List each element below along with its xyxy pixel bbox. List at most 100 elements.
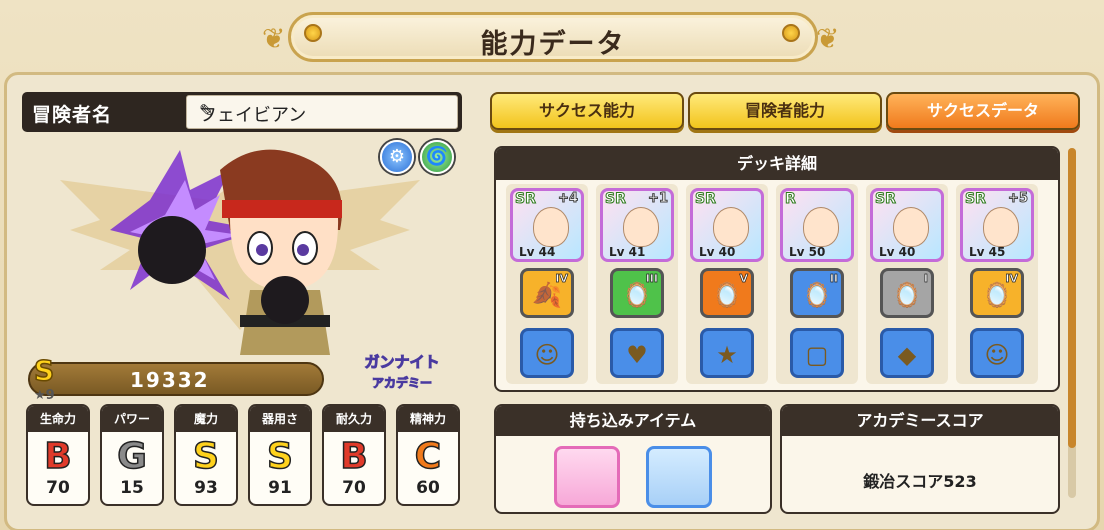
academy-score-header: アカデミースコア [782,406,1058,436]
gem-glyph: ♥ [626,341,648,369]
stat-card: 器用さ S 91 [248,404,312,506]
stat-card: 耐久力 B 70 [322,404,386,506]
star-level-value: 9 [45,388,55,403]
carry-item-slot[interactable] [646,446,712,508]
stat-value: 70 [46,478,70,498]
card-rarity: R [785,191,797,208]
equipment-icon[interactable]: II 🪞 [790,268,844,318]
support-card[interactable]: SR Lv 40 [870,188,944,262]
gem-icon[interactable]: ★ [700,328,754,378]
overall-rank: S [33,353,55,388]
left-gem-icon [304,24,322,42]
stat-value: 15 [120,478,144,498]
deck-column: R Lv 50 II 🪞 ▢ [776,184,858,384]
card-rarity: SR [695,191,717,208]
card-plus: +5 [1008,191,1029,207]
character-portrait [110,149,342,355]
card-level: Lv 40 [879,245,916,259]
deck-column: SR Lv 40 V 🪞 ★ [686,184,768,384]
total-score: 19332 [130,368,210,392]
card-portrait [623,207,659,247]
gem-glyph: ★ [716,341,738,369]
support-card[interactable]: SR +4 Lv 44 [510,188,584,262]
stat-card: 精神力 C 60 [396,404,460,506]
tab-success-data[interactable]: サクセスデータ [886,92,1080,130]
stat-label: 魔力 [176,406,236,432]
equipment-icon[interactable]: III 🪞 [610,268,664,318]
ability-data-screen: ❦ ❦ 能力データ 冒険者名 フェイビアン ✎ ⚙ 🌀 19332 S ★9 ガ… [0,0,1104,530]
stat-card: パワー G 15 [100,404,164,506]
gem-glyph: ▢ [805,341,829,369]
stat-card: 生命力 B 70 [26,404,90,506]
card-level: Lv 50 [789,245,826,259]
stat-grade: S [192,435,219,478]
card-level: Lv 41 [609,245,646,259]
equipment-glyph: 🪞 [982,281,1012,309]
card-level: Lv 45 [969,245,1006,259]
stat-label: パワー [102,406,162,432]
page-title: 能力データ [480,29,626,60]
scrollbar-thumb[interactable] [1068,148,1076,448]
gear-icon: ⚙ [388,146,406,167]
svg-text:ガンナイト: ガンナイト [364,353,439,371]
deck-column: SR +5 Lv 45 IV 🪞 ☺ [956,184,1038,384]
tab-adventurer-ability[interactable]: 冒険者能力 [688,92,882,130]
total-score-bar: 19332 [28,362,324,396]
left-ornament-icon: ❦ [262,22,286,55]
equipment-icon[interactable]: IV 🍂 [520,268,574,318]
card-rarity: SR [515,191,537,208]
equipment-icon[interactable]: I 🪞 [880,268,934,318]
title-banner: 能力データ [288,12,818,62]
stat-grade: C [414,435,442,478]
right-ornament-icon: ❦ [816,22,840,55]
star-level: ★9 [34,388,55,403]
adventurer-name-field[interactable]: フェイビアン ✎ [186,95,458,129]
equipment-glyph: 🪞 [802,281,832,309]
stat-grade: G [116,435,147,478]
tab-success-ability[interactable]: サクセス能力 [490,92,684,130]
support-card[interactable]: SR +5 Lv 45 [960,188,1034,262]
stat-card: 魔力 S 93 [174,404,238,506]
svg-text:アカデミー: アカデミー [372,375,432,390]
support-card[interactable]: R Lv 50 [780,188,854,262]
gem-glyph: ☺ [984,341,1010,369]
stat-value: 93 [194,478,218,498]
card-rarity: SR [605,191,627,208]
scrollbar[interactable] [1068,148,1076,498]
skill-badge-blue[interactable]: ⚙ [380,140,414,174]
support-card[interactable]: SR Lv 40 [690,188,764,262]
equipment-icon[interactable]: IV 🪞 [970,268,1024,318]
skill-badge-green[interactable]: 🌀 [420,140,454,174]
gun-knight-academy-logo: ガンナイト アカデミー [364,353,440,391]
adventurer-name-label: 冒険者名 [32,104,113,126]
equipment-glyph: 🪞 [892,281,922,309]
card-portrait [713,207,749,247]
gem-icon[interactable]: ☺ [520,328,574,378]
stat-value: 91 [268,478,292,498]
carry-item-slot[interactable] [554,446,620,508]
tab-label: 冒険者能力 [744,101,825,120]
gem-icon[interactable]: ◆ [880,328,934,378]
support-card[interactable]: SR +1 Lv 41 [600,188,674,262]
tab-label: サクセス能力 [538,101,635,120]
equipment-glyph: 🪞 [712,281,742,309]
wind-icon: 🌀 [425,146,449,167]
carry-items-header: 持ち込みアイテム [496,406,770,436]
gem-icon[interactable]: ☺ [970,328,1024,378]
gem-icon[interactable]: ▢ [790,328,844,378]
card-portrait [893,207,929,247]
stat-grade: B [340,435,369,478]
stat-label: 生命力 [28,406,88,432]
adventurer-name-row: 冒険者名 フェイビアン ✎ [22,92,462,132]
card-portrait [533,207,569,247]
academy-score-panel: アカデミースコア 鍛冶スコア523 [780,404,1060,514]
gem-glyph: ◆ [897,341,917,369]
card-plus: +4 [558,191,579,207]
card-portrait [803,207,839,247]
edit-pencil-icon[interactable]: ✎ [199,101,447,122]
stat-grade: S [266,435,293,478]
gem-glyph: ☺ [534,341,560,369]
equipment-icon[interactable]: V 🪞 [700,268,754,318]
stat-value: 70 [342,478,366,498]
gem-icon[interactable]: ♥ [610,328,664,378]
